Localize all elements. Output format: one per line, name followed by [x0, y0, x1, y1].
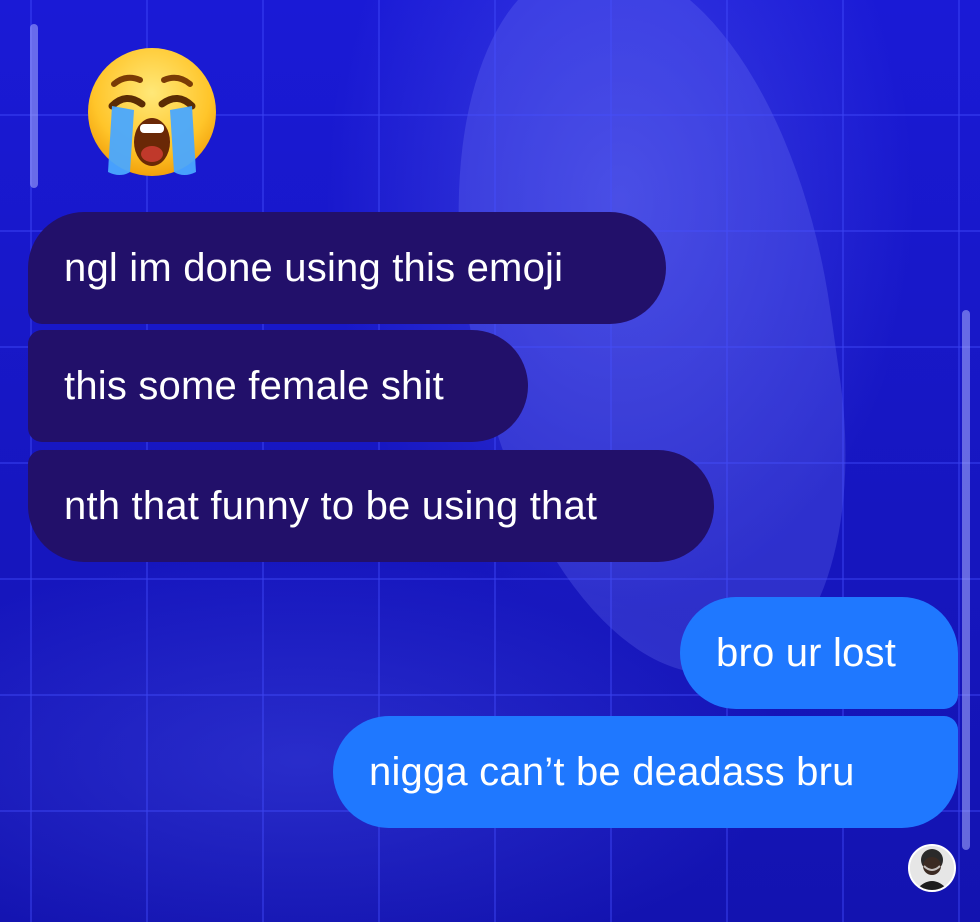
message-text: ngl im done using this emoji — [64, 245, 564, 290]
user-avatar-icon[interactable] — [908, 844, 956, 892]
received-message-bubble[interactable]: nth that funny to be using that — [28, 450, 714, 562]
sent-message-bubble[interactable]: nigga can’t be deadass bru — [333, 716, 958, 828]
message-text: this some female shit — [64, 363, 444, 408]
scroll-indicator-top[interactable] — [30, 24, 38, 188]
message-text: nth that funny to be using that — [64, 483, 598, 528]
received-message-bubble[interactable]: ngl im done using this emoji — [28, 212, 666, 324]
scroll-indicator-right[interactable] — [962, 310, 970, 850]
loudly-crying-face-icon[interactable] — [84, 44, 220, 180]
message-text: bro ur lost — [716, 630, 897, 675]
message-text: nigga can’t be deadass bru — [369, 749, 855, 794]
received-message-bubble[interactable]: this some female shit — [28, 330, 528, 442]
sent-message-bubble[interactable]: bro ur lost — [680, 597, 958, 709]
